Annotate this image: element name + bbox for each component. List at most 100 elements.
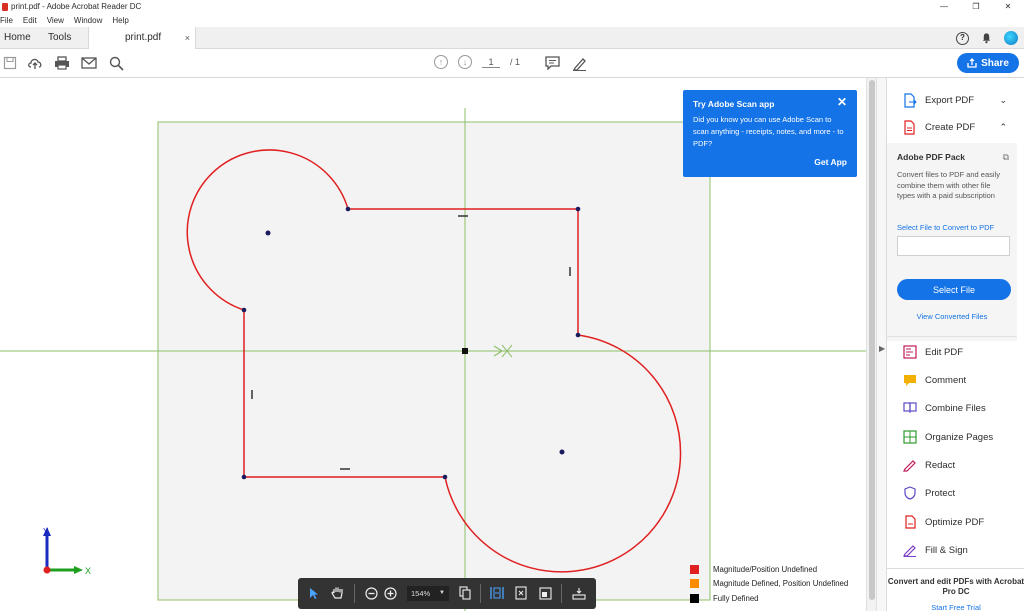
scan-popup-body: Did you know you can use Adobe Scan to s… — [693, 115, 844, 148]
zoom-in-icon[interactable] — [382, 585, 398, 601]
legend-swatch-black — [690, 594, 699, 603]
edit-pdf-icon — [903, 345, 917, 359]
triad-x-label: X — [85, 566, 91, 576]
email-icon[interactable] — [81, 55, 97, 71]
close-window-button[interactable]: ✕ — [992, 0, 1024, 13]
legend-label: Magnitude Defined, Position Undefined — [713, 579, 849, 588]
tab-tools[interactable]: Tools — [48, 27, 71, 49]
minimize-button[interactable]: — — [928, 0, 960, 13]
organize-pages-icon — [903, 430, 917, 444]
menu-window[interactable]: Window — [74, 16, 102, 25]
maximize-button[interactable]: ❐ — [960, 0, 992, 13]
chevron-up-icon[interactable]: ⌃ — [999, 122, 1007, 133]
window-controls: — ❐ ✕ — [928, 0, 1024, 13]
select-pointer-icon[interactable] — [306, 585, 322, 601]
save-icon[interactable] — [2, 55, 18, 71]
next-page-icon[interactable]: ↓ — [458, 55, 472, 69]
tab-bar-actions: ? — [956, 27, 1024, 49]
zoom-level-value: 154% — [411, 589, 431, 598]
comment-tool-icon — [903, 373, 917, 387]
menu-bar: File Edit View Window Help — [0, 13, 1024, 27]
tool-combine-files[interactable]: Combine Files — [887, 396, 1017, 420]
upload-cloud-icon[interactable] — [27, 55, 43, 71]
chevron-down-icon: ▼ — [439, 590, 445, 596]
tool-label: Export PDF — [925, 94, 975, 106]
tool-create-pdf[interactable]: Create PDF ⌃ — [887, 115, 1017, 139]
tool-redact[interactable]: Redact — [887, 453, 1017, 477]
zoom-out-icon[interactable] — [363, 585, 379, 601]
legend-swatch-orange — [690, 579, 699, 588]
page-total: / 1 — [510, 57, 521, 67]
tools-pane: Export PDF ⌄ Create PDF ⌃ Adobe PDF Pack… — [886, 78, 1024, 612]
user-avatar[interactable] — [1004, 31, 1018, 45]
page-copy-icon[interactable] — [457, 585, 473, 601]
legend-swatch-red — [690, 565, 699, 574]
file-input[interactable] — [897, 236, 1010, 256]
search-icon[interactable] — [108, 55, 124, 71]
coordinate-triad — [43, 527, 83, 574]
read-mode-icon[interactable] — [571, 585, 587, 601]
adobe-scan-popup: Try Adobe Scan app ✕ Did you know you ca… — [683, 90, 857, 177]
promo-title: Convert and edit PDFs with Acrobat Pro D… — [887, 577, 1024, 596]
legend-item: Magnitude/Position Undefined — [690, 565, 817, 574]
floating-toolbar: 154% ▼ — [298, 578, 596, 609]
page-navigator: ↑ ↓ 1 / 1 — [434, 55, 520, 69]
print-icon[interactable] — [54, 55, 70, 71]
export-pdf-icon — [903, 92, 917, 108]
tool-protect[interactable]: Protect — [887, 481, 1017, 505]
page-number-input[interactable]: 1 — [482, 57, 500, 68]
share-button[interactable]: Share — [957, 53, 1019, 73]
tool-optimize-pdf[interactable]: Optimize PDF — [887, 510, 1017, 534]
close-tab-icon[interactable]: × — [185, 27, 190, 49]
close-popup-icon[interactable]: ✕ — [837, 95, 847, 109]
copy-icon[interactable]: ⧉ — [1003, 152, 1009, 163]
tool-export-pdf[interactable]: Export PDF ⌄ — [887, 88, 1017, 112]
tool-label: Create PDF — [925, 121, 976, 133]
panel-collapse-strip[interactable]: ▶ — [876, 78, 886, 611]
previous-page-icon[interactable]: ↑ — [434, 55, 448, 69]
tool-organize-pages[interactable]: Organize Pages — [887, 425, 1017, 449]
vertical-scrollbar[interactable] — [866, 78, 876, 611]
sign-pen-icon[interactable] — [571, 55, 587, 71]
tool-label: Redact — [925, 459, 956, 471]
tab-home[interactable]: Home — [4, 27, 31, 49]
menu-edit[interactable]: Edit — [23, 16, 37, 25]
document-viewer[interactable]: Y X Try Adobe Scan app ✕ Did you know yo… — [0, 78, 866, 611]
main-toolbar: ↑ ↓ 1 / 1 Share — [0, 49, 1024, 78]
menu-help[interactable]: Help — [112, 16, 128, 25]
fit-page-icon[interactable] — [513, 585, 529, 601]
get-app-link[interactable]: Get App — [814, 157, 847, 167]
triad-y-label: Y — [43, 527, 49, 536]
help-icon[interactable]: ? — [956, 31, 969, 45]
scan-popup-heading: Try Adobe Scan app — [693, 99, 775, 109]
tab-document[interactable]: print.pdf × — [88, 27, 196, 49]
fill-sign-icon — [903, 543, 917, 557]
full-screen-icon[interactable] — [537, 585, 553, 601]
select-file-button[interactable]: Select File — [897, 279, 1011, 300]
chevron-down-icon[interactable]: ⌄ — [999, 95, 1007, 106]
tool-comment[interactable]: Comment — [887, 368, 1017, 392]
view-converted-files-link[interactable]: View Converted Files — [887, 312, 1017, 321]
comment-icon[interactable] — [544, 55, 560, 71]
hand-tool-icon[interactable] — [329, 585, 345, 601]
tab-bar: Home Tools print.pdf × ? — [0, 27, 1024, 49]
chevron-right-icon[interactable]: ▶ — [879, 344, 885, 353]
redact-icon — [903, 458, 917, 472]
shield-icon — [903, 486, 917, 500]
acrobat-icon — [2, 2, 8, 11]
tool-edit-pdf[interactable]: Edit PDF — [887, 340, 1017, 364]
zoom-level-select[interactable]: 154% ▼ — [407, 586, 449, 601]
acrobat-pro-promo: Convert and edit PDFs with Acrobat Pro D… — [887, 568, 1024, 612]
legend-item: Fully Defined — [690, 594, 759, 603]
menu-file[interactable]: File — [0, 16, 13, 25]
legend-label: Fully Defined — [713, 594, 759, 603]
legend-label: Magnitude/Position Undefined — [713, 565, 818, 574]
fit-width-icon[interactable] — [489, 585, 505, 601]
menu-view[interactable]: View — [47, 16, 64, 25]
sketch-boundary — [157, 121, 711, 601]
create-pdf-icon — [903, 119, 917, 135]
tool-fill-sign[interactable]: Fill & Sign — [887, 538, 1017, 562]
origin-point — [462, 348, 468, 354]
tool-label: Protect — [925, 487, 956, 499]
notification-bell-icon[interactable] — [981, 32, 992, 44]
